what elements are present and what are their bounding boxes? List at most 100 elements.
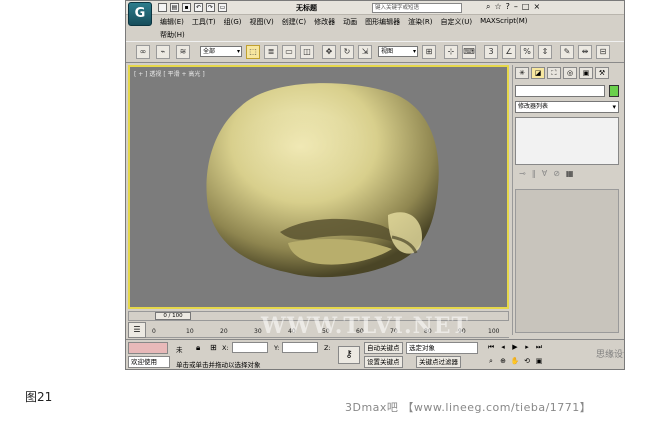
minimize-icon[interactable]: – — [514, 2, 518, 12]
show-end-result-icon[interactable]: ‖ — [532, 169, 536, 183]
selection-filter-dropdown[interactable]: 全部 — [200, 46, 242, 57]
display-tab-icon[interactable]: ▣ — [579, 67, 593, 79]
menu-maxscript[interactable]: MAXScript(M) — [476, 15, 531, 28]
snap-3d-icon[interactable]: 3 — [484, 45, 498, 59]
close-icon[interactable]: × — [533, 2, 540, 12]
menu-create[interactable]: 创建(C) — [278, 15, 310, 28]
menu-graph-editors[interactable]: 图形编辑器 — [361, 15, 404, 28]
y-coord-label: Y: — [274, 344, 280, 352]
keyboard-shortcut-icon[interactable]: ⌨ — [462, 45, 476, 59]
next-frame-icon[interactable]: ▸ — [522, 342, 532, 352]
go-to-end-icon[interactable]: ⏭ — [534, 342, 544, 352]
window-title: 无标题 — [296, 4, 317, 12]
link-icon[interactable]: ∞ — [136, 45, 150, 59]
x-coord-label: X: — [222, 344, 229, 352]
mini-curve-icon[interactable]: ☰ — [128, 322, 146, 338]
watermark-mid: WWW.TLVI.NET — [261, 313, 469, 339]
watermark-right: 思缘设计论坛 www.MISSYUAN.COM — [596, 350, 624, 360]
menu-help[interactable]: 帮助(H) — [156, 28, 189, 40]
binoculars-icon[interactable]: ⌕ — [486, 2, 490, 12]
playback-controls: ⏮ ◂ ▶ ▸ ⏭ — [486, 342, 544, 352]
menu-animation[interactable]: 动画 — [339, 15, 361, 28]
percent-snap-icon[interactable]: % — [520, 45, 534, 59]
key-icon[interactable]: ⚷ — [338, 346, 360, 364]
menu-rendering[interactable]: 渲染(R) — [404, 15, 436, 28]
maxscript-listener[interactable] — [128, 342, 168, 354]
bind-spacewarp-icon[interactable]: ≋ — [176, 45, 190, 59]
modifier-stack[interactable] — [515, 117, 619, 165]
object-color-swatch[interactable] — [609, 85, 619, 97]
absolute-mode-icon[interactable]: ⊞ — [210, 343, 217, 352]
help-icon[interactable]: ? — [506, 2, 510, 12]
pin-stack-icon[interactable]: ⊸ — [519, 169, 526, 183]
ref-coord-dropdown[interactable]: 视图 — [378, 46, 418, 57]
lock-selection-icon[interactable]: 🔒︎ — [196, 343, 200, 353]
y-coord-input[interactable] — [282, 342, 318, 353]
new-icon[interactable] — [158, 3, 167, 12]
select-object-icon[interactable]: ⬚ — [246, 45, 260, 59]
auto-key-button[interactable]: 自动关键点 — [364, 342, 403, 354]
x-coord-input[interactable] — [232, 342, 268, 353]
scale-icon[interactable]: ⇲ — [358, 45, 372, 59]
menu-bar: 编辑(E) 工具(T) 组(G) 视图(V) 创建(C) 修改器 动画 图形编辑… — [156, 15, 624, 28]
project-icon[interactable]: ▭ — [218, 3, 227, 12]
redo-icon[interactable]: ↷ — [206, 3, 215, 12]
stack-buttons: ⊸ ‖ ∀ ⊘ ▦ — [515, 169, 619, 183]
manipulate-icon[interactable]: ⊹ — [444, 45, 458, 59]
select-by-name-icon[interactable]: ≣ — [264, 45, 278, 59]
z-coord-label: Z: — [324, 344, 331, 352]
rect-selection-icon[interactable]: ▭ — [282, 45, 296, 59]
menu-customize[interactable]: 自定义(U) — [436, 15, 476, 28]
motion-tab-icon[interactable]: ◎ — [563, 67, 577, 79]
key-mode-dropdown[interactable]: 选定对象 — [406, 342, 478, 354]
command-panel-tabs: ✳ ◪ ⛶ ◎ ▣ ⚒ — [515, 67, 609, 79]
menu-modifiers[interactable]: 修改器 — [310, 15, 339, 28]
object-name-input[interactable] — [515, 85, 605, 97]
main-toolbar: ∞ ⌁ ≋ 全部 ⬚ ≣ ▭ ◫ ✥ ↻ ⇲ 视图 ⊞ ⊹ ⌨ 3 ∠ % ⇕ … — [126, 41, 624, 63]
menu-group[interactable]: 组(G) — [220, 15, 246, 28]
modify-tab-icon[interactable]: ◪ — [531, 67, 545, 79]
key-filters-button[interactable]: 关键点过滤器 — [416, 356, 461, 368]
rotate-icon[interactable]: ↻ — [340, 45, 354, 59]
unlink-icon[interactable]: ⌁ — [156, 45, 170, 59]
previous-frame-icon[interactable]: ◂ — [498, 342, 508, 352]
perspective-viewport[interactable]: [ + ] 透视 [ 平滑 + 高光 ] — [128, 65, 509, 309]
spinner-snap-icon[interactable]: ⇕ — [538, 45, 552, 59]
time-slider-thumb[interactable]: 0 / 100 — [155, 312, 191, 320]
make-unique-icon[interactable]: ∀ — [542, 169, 547, 183]
menu-tools[interactable]: 工具(T) — [188, 15, 220, 28]
maximize-icon[interactable]: □ — [522, 2, 530, 12]
angle-snap-icon[interactable]: ∠ — [502, 45, 516, 59]
configure-sets-icon[interactable]: ▦ — [566, 169, 574, 183]
move-icon[interactable]: ✥ — [322, 45, 336, 59]
head-model-icon — [206, 83, 439, 278]
create-tab-icon[interactable]: ✳ — [515, 67, 529, 79]
open-icon[interactable]: ▤ — [170, 3, 179, 12]
named-selection-icon[interactable]: ✎ — [560, 45, 574, 59]
align-icon[interactable]: ⊟ — [596, 45, 610, 59]
tick-label: 100 — [488, 328, 500, 335]
menu-views[interactable]: 视图(V) — [246, 15, 278, 28]
modifier-list-dropdown[interactable]: 修改器列表 — [515, 101, 619, 113]
tick-label: 0 — [152, 328, 156, 335]
app-logo-button[interactable]: G — [128, 2, 152, 26]
zoom-all-icon[interactable]: ⊕ — [498, 356, 508, 366]
go-to-start-icon[interactable]: ⏮ — [486, 342, 496, 352]
pan-icon[interactable]: ✋ — [510, 356, 520, 366]
maximize-viewport-icon[interactable]: ▣ — [534, 356, 544, 366]
play-icon[interactable]: ▶ — [510, 342, 520, 352]
remove-modifier-icon[interactable]: ⊘ — [553, 169, 560, 183]
window-crossing-icon[interactable]: ◫ — [300, 45, 314, 59]
utilities-tab-icon[interactable]: ⚒ — [595, 67, 609, 79]
set-key-button[interactable]: 设置关键点 — [364, 356, 403, 368]
mirror-icon[interactable]: ⇹ — [578, 45, 592, 59]
orbit-icon[interactable]: ⟲ — [522, 356, 532, 366]
zoom-icon[interactable]: ⌕ — [486, 356, 496, 366]
help-search-input[interactable]: 键入关键字或短语 — [372, 3, 462, 13]
menu-edit[interactable]: 编辑(E) — [156, 15, 188, 28]
save-icon[interactable]: ▪ — [182, 3, 191, 12]
star-icon[interactable]: ☆ — [494, 2, 501, 12]
pivot-icon[interactable]: ⊞ — [422, 45, 436, 59]
hierarchy-tab-icon[interactable]: ⛶ — [547, 67, 561, 79]
undo-icon[interactable]: ↶ — [194, 3, 203, 12]
